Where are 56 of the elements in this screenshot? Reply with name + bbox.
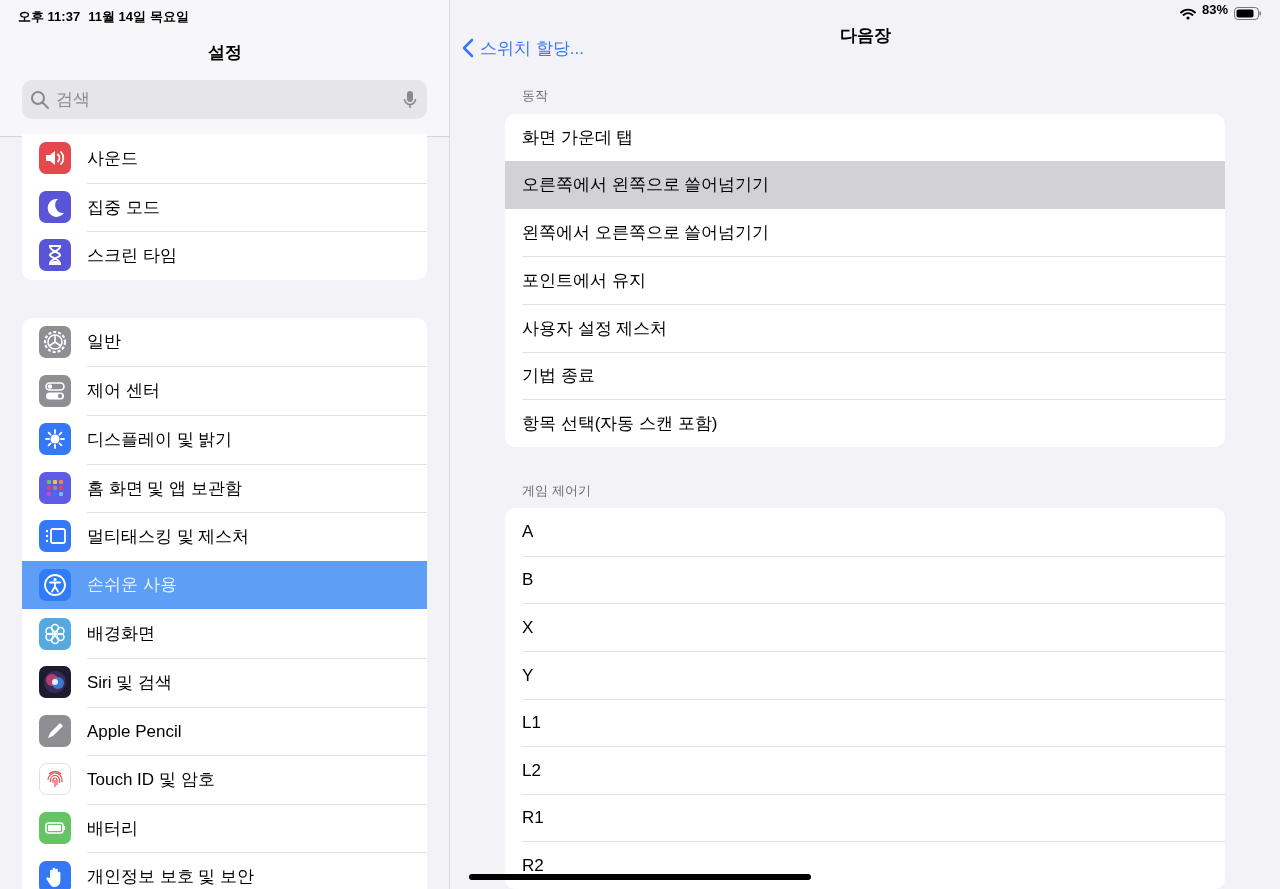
- sidebar-title: 설정: [207, 42, 242, 65]
- sidebar-item[interactable]: Siri 및 검색: [22, 657, 427, 707]
- flower-icon: [39, 617, 71, 650]
- sidebar-item[interactable]: 디스플레이 및 밝기: [22, 414, 427, 464]
- microphone-icon[interactable]: [403, 90, 417, 110]
- search-icon: [30, 90, 50, 110]
- status-time: 오후 11:37: [18, 7, 81, 26]
- option-row[interactable]: Y: [505, 651, 1225, 699]
- option-row[interactable]: 항목 선택(자동 스캔 포함): [505, 399, 1225, 447]
- option-row[interactable]: 사용자 설정 제스처: [505, 303, 1225, 352]
- sidebar-item[interactable]: 개인정보 보호 및 보안: [22, 852, 427, 889]
- wifi-icon: [1179, 7, 1196, 20]
- battery-percent: 83%: [1201, 1, 1228, 19]
- sidebar-item[interactable]: 배경화면: [22, 609, 427, 658]
- speaker-icon: [39, 142, 71, 175]
- sidebar-item[interactable]: 멀티태스킹 및 제스처: [22, 512, 427, 561]
- sidebar-item[interactable]: 홈 화면 및 앱 보관함: [22, 463, 427, 513]
- toggles-icon: [39, 374, 71, 407]
- option-row[interactable]: 기법 종료: [505, 351, 1225, 400]
- option-row[interactable]: X: [505, 603, 1225, 652]
- section-header: 게임 제어기: [521, 481, 592, 500]
- option-row[interactable]: R1: [505, 793, 1225, 842]
- gear-icon: [39, 326, 71, 359]
- pencil-icon: [39, 714, 71, 747]
- sidebar-item[interactable]: 집중 모드: [22, 182, 427, 232]
- option-row[interactable]: 화면 가운데 탭: [505, 113, 1225, 162]
- search-field[interactable]: 검색: [22, 80, 427, 119]
- option-row[interactable]: L1: [505, 698, 1225, 747]
- back-button[interactable]: 스위치 할당...: [462, 35, 584, 61]
- option-row[interactable]: B: [505, 555, 1225, 604]
- page-title: 다음장: [839, 25, 891, 48]
- sidebar-item[interactable]: 스크린 타임: [22, 231, 427, 280]
- window-icon: [39, 520, 71, 553]
- orb-icon: [39, 666, 71, 699]
- battery-icon: [39, 812, 71, 844]
- option-row[interactable]: 왼쪽에서 오른쪽으로 쓸어넘기기: [505, 208, 1225, 257]
- sidebar-item[interactable]: 일반: [22, 317, 427, 367]
- sidebar-item[interactable]: 배터리: [22, 803, 427, 853]
- option-row[interactable]: 포인트에서 유지: [505, 256, 1225, 304]
- sidebar-item[interactable]: 제어 센터: [22, 366, 427, 415]
- moon-icon: [39, 190, 71, 223]
- option-row[interactable]: 오른쪽에서 왼쪽으로 쓸어넘기기: [505, 161, 1225, 209]
- fingerprint-icon: [39, 763, 71, 796]
- sidebar-item[interactable]: 사운드: [22, 134, 427, 183]
- sidebar-item[interactable]: Touch ID 및 암호: [22, 755, 427, 804]
- status-date: 11월 14일 목요일: [88, 7, 189, 26]
- option-row[interactable]: A: [505, 508, 1225, 556]
- back-chevron-icon: [462, 38, 474, 59]
- battery-icon: [1234, 6, 1262, 20]
- accessibility-icon: [39, 569, 71, 602]
- section-header: 동작: [521, 87, 549, 106]
- app-grid-icon: [39, 471, 71, 504]
- option-row[interactable]: L2: [505, 746, 1225, 794]
- hourglass-icon: [39, 239, 71, 272]
- sun-icon: [39, 423, 71, 456]
- sidebar-item[interactable]: Apple Pencil: [22, 706, 427, 756]
